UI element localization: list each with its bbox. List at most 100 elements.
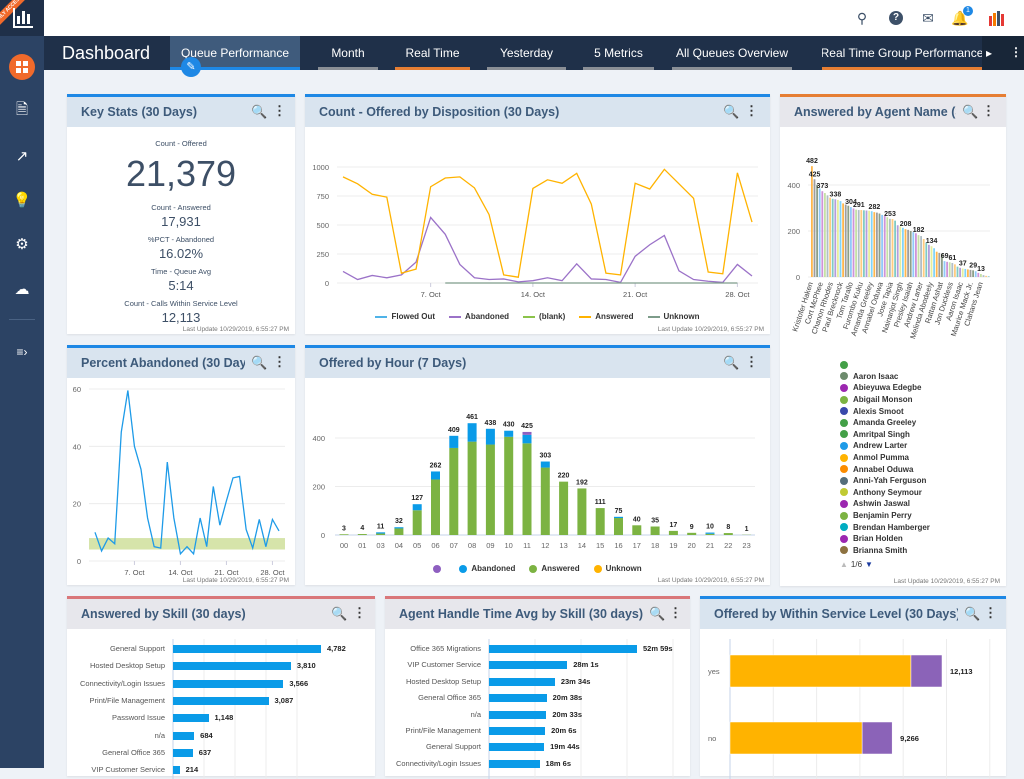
agent-bar [905, 229, 907, 277]
settings-icon[interactable]: ⚙ [0, 229, 44, 259]
bar[interactable] [173, 680, 283, 688]
zoom-icon[interactable]: 🔍 [251, 104, 267, 120]
legend-swatch [840, 396, 848, 404]
kebab-menu-icon[interactable]: ⋮ [745, 354, 758, 370]
legend-item[interactable]: Anmol Pumma [840, 452, 930, 464]
legend-item[interactable]: Abigail Monson [840, 394, 930, 406]
bar[interactable] [173, 645, 321, 653]
legend-item[interactable]: Brian Holden [840, 533, 930, 545]
kebab-menu-icon[interactable]: ⋮ [353, 605, 366, 621]
tab-yesterday[interactable]: Yesterday [487, 36, 566, 70]
tab-real-time-group-performance[interactable]: Real Time Group Performance [822, 36, 982, 70]
category-label: General Office 365 [418, 693, 481, 702]
chart-legend: Flowed Out Abandoned (blank) Answered Unknow… [305, 312, 770, 321]
page-down-icon[interactable]: ▼ [865, 560, 873, 569]
legend-item[interactable]: Answered [579, 312, 633, 321]
search-icon[interactable]: ⚲ [852, 8, 872, 28]
bar-segment [468, 442, 477, 535]
zoom-icon[interactable]: 🔍 [964, 606, 980, 622]
legend-item[interactable]: Amanda Greeley [840, 417, 930, 429]
scroll-tabs-right-icon[interactable]: ▸ [986, 46, 992, 60]
x-tick-label: 21 [706, 541, 714, 550]
zoom-icon[interactable]: 🔍 [251, 355, 267, 371]
page-up-icon[interactable]: ▲ [840, 560, 848, 569]
dashboard-icon[interactable] [9, 54, 35, 80]
legend-item[interactable]: (blank) [523, 312, 565, 321]
legend-item[interactable]: Benjamin Perry [840, 510, 930, 522]
kebab-menu-icon[interactable]: ⋮ [982, 103, 995, 119]
kebab-menu-icon[interactable]: ⋮ [1010, 45, 1022, 59]
expand-menu-icon[interactable]: ≡› [0, 337, 44, 367]
legend-item[interactable]: Anthony Seymour [840, 487, 930, 499]
bar[interactable] [489, 743, 544, 751]
agent-bar [879, 214, 881, 277]
bar[interactable] [489, 727, 545, 735]
tab-month[interactable]: Month [318, 36, 378, 70]
zoom-icon[interactable]: 🔍 [723, 355, 739, 371]
kebab-menu-icon[interactable]: ⋮ [273, 103, 286, 119]
insights-icon[interactable]: 💡 [0, 185, 44, 215]
legend-item[interactable]: Amritpal Singh [840, 429, 930, 441]
bar[interactable] [489, 661, 567, 669]
legend-item[interactable] [433, 564, 445, 573]
legend-item[interactable]: Unknown [594, 564, 642, 573]
zoom-icon[interactable]: 🔍 [649, 606, 665, 622]
legend-item[interactable]: Anni-Yah Ferguson [840, 475, 930, 487]
tab-label: Real Time Group Performance [822, 46, 982, 60]
zoom-icon[interactable]: 🔍 [723, 104, 739, 120]
legend-item[interactable]: Answered [529, 564, 579, 573]
app-logo[interactable]: EARLY ACCESS [0, 0, 44, 36]
legend-item[interactable]: Brianna Smith [840, 545, 930, 557]
report-icon[interactable]: 🗎 [0, 96, 44, 126]
legend-item[interactable]: Abieyuwa Edegbe [840, 382, 930, 394]
agent-bar [819, 188, 821, 277]
legend-item[interactable]: Aaron Isaac [840, 371, 930, 383]
legend-item[interactable]: Abandoned [459, 564, 515, 573]
tab-all-queues-overview[interactable]: All Queues Overview [672, 36, 792, 70]
bar[interactable] [173, 766, 180, 774]
bar[interactable] [173, 714, 209, 722]
kebab-menu-icon[interactable]: ⋮ [984, 605, 997, 621]
legend-item[interactable]: Abandoned [449, 312, 509, 321]
kebab-menu-icon[interactable]: ⋮ [669, 605, 682, 621]
bar[interactable] [173, 697, 269, 705]
x-tick-label: 04 [395, 541, 403, 550]
mail-icon[interactable]: ✉ [918, 8, 938, 28]
app-logo-icon[interactable] [987, 8, 1007, 28]
panel-header: Answered by Agent Name (30...🔍⋮ [780, 97, 1006, 127]
agent-bar [842, 203, 844, 277]
legend-item[interactable]: Andrew Larter [840, 440, 930, 452]
upload-icon[interactable]: ☁ [0, 274, 44, 304]
category-label: VIP Customer Service [91, 765, 165, 774]
zoom-icon[interactable]: 🔍 [962, 104, 978, 120]
tab-real-time[interactable]: Real Time [395, 36, 470, 70]
help-icon[interactable]: ? [886, 8, 906, 28]
bar[interactable] [173, 749, 193, 757]
legend-item[interactable]: Unknown [648, 312, 700, 321]
bar-segment [413, 504, 422, 510]
bar[interactable] [173, 662, 291, 670]
kebab-menu-icon[interactable]: ⋮ [273, 354, 286, 370]
edit-tab-icon[interactable]: ✎ [181, 57, 201, 77]
agent-bar [837, 200, 839, 277]
bar[interactable] [489, 760, 540, 768]
bar[interactable] [489, 645, 637, 653]
kebab-menu-icon[interactable]: ⋮ [745, 103, 758, 119]
bar-row: Connectivity/Login Issues18m 6s [385, 757, 690, 771]
zoom-icon[interactable]: 🔍 [331, 606, 347, 622]
panel-header: Percent Abandoned (30 Days)🔍⋮ [67, 348, 295, 378]
bar-total-label: 3 [342, 525, 346, 532]
legend-item[interactable]: Alexis Smoot [840, 405, 930, 417]
legend-item[interactable]: Annabel Oduwa [840, 463, 930, 475]
legend-item[interactable]: Brendan Hamberger [840, 521, 930, 533]
bar-data-label: 291 [853, 202, 865, 209]
bar[interactable] [489, 678, 555, 686]
legend-item[interactable] [840, 359, 930, 371]
legend-item[interactable]: Ashwin Jaswal [840, 498, 930, 510]
tab-5-metrics[interactable]: 5 Metrics [583, 36, 654, 70]
bar[interactable] [489, 711, 546, 719]
bar[interactable] [173, 732, 194, 740]
legend-item[interactable]: Flowed Out [375, 312, 435, 321]
trend-icon[interactable]: ↗ [0, 141, 44, 171]
bar[interactable] [489, 694, 547, 702]
